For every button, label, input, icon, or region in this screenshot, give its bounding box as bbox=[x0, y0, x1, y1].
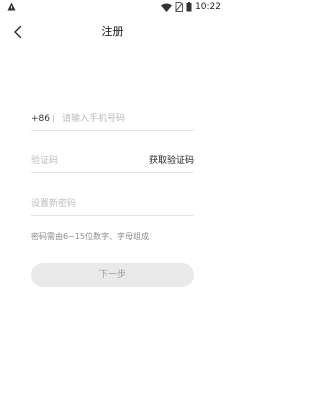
get-code-button[interactable]: 获取验证码 bbox=[149, 155, 194, 167]
status-bar: 10:22 bbox=[0, 0, 225, 14]
page-title: 注册 bbox=[101, 25, 124, 38]
phone-field: +86 bbox=[31, 110, 194, 131]
wifi-icon bbox=[161, 3, 173, 12]
battery-icon bbox=[186, 2, 192, 12]
password-input[interactable] bbox=[31, 196, 191, 212]
verification-code-input[interactable] bbox=[31, 153, 141, 169]
country-code[interactable]: +86 bbox=[31, 113, 50, 125]
phone-input[interactable] bbox=[62, 111, 192, 127]
field-separator bbox=[53, 115, 54, 123]
verification-code-field: 获取验证码 bbox=[31, 152, 194, 173]
no-sim-icon bbox=[175, 2, 184, 12]
status-time: 10:22 bbox=[195, 2, 221, 12]
status-icons: 10:22 bbox=[161, 0, 221, 14]
password-field bbox=[31, 195, 194, 216]
app-notification-icon bbox=[7, 2, 16, 11]
next-button[interactable]: 下一步 bbox=[31, 263, 194, 287]
password-hint: 密码需由6~15位数字、字母组成 bbox=[31, 232, 149, 241]
